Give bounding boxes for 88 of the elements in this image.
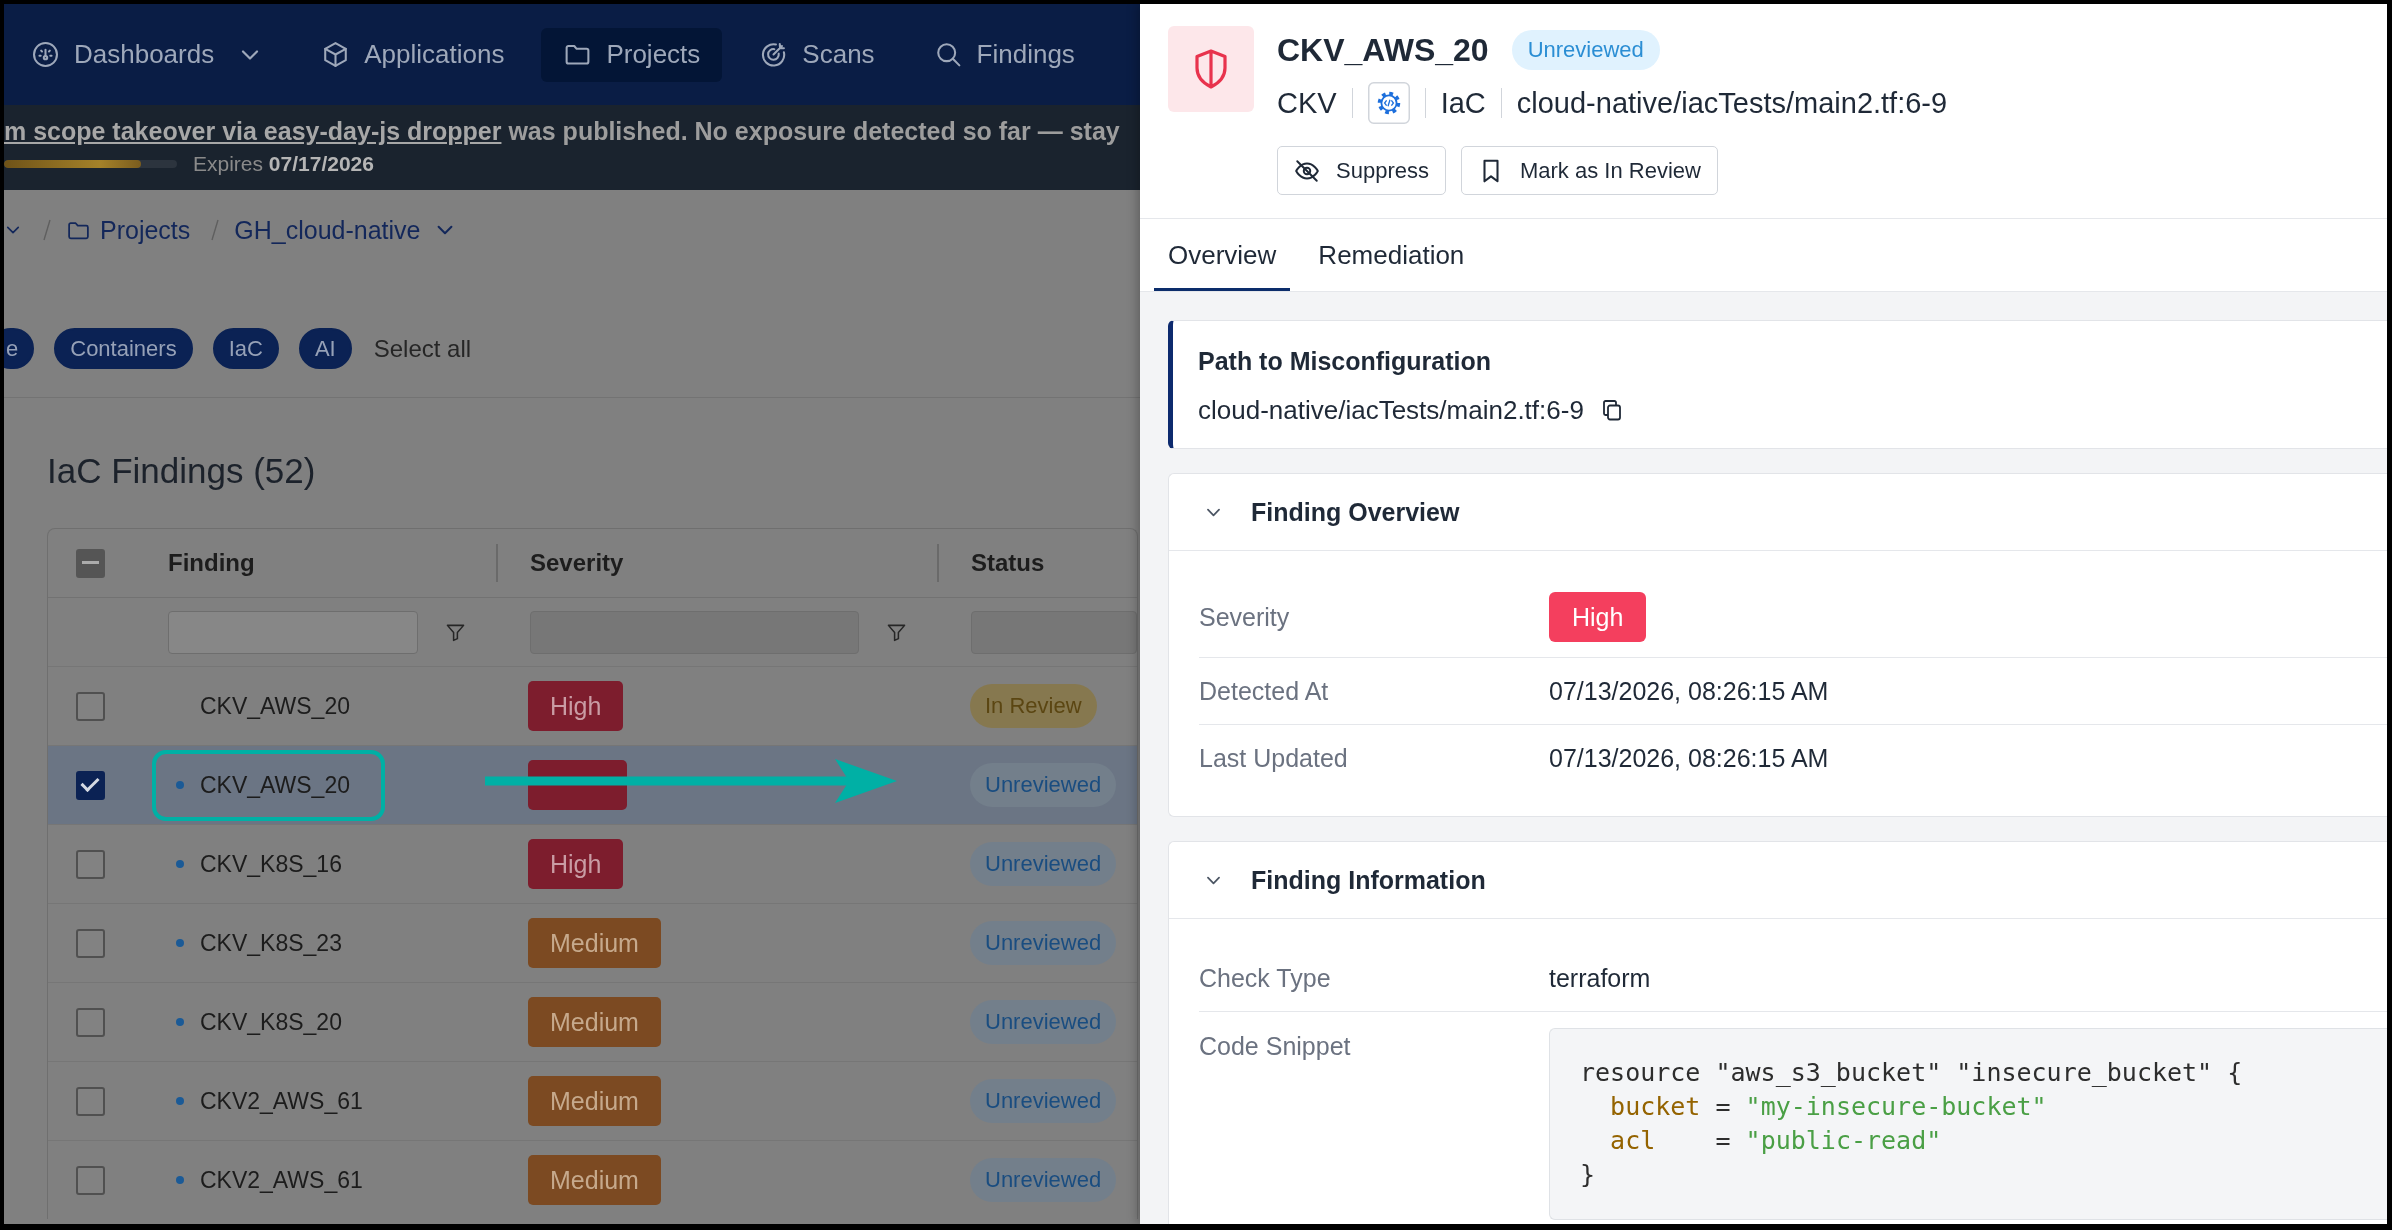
slash-icon <box>210 217 221 243</box>
field-value: terraform <box>1549 963 1651 994</box>
finding-name[interactable]: CKV2_AWS_61 <box>200 1166 363 1194</box>
row-checkbox[interactable] <box>76 1086 105 1116</box>
severity-badge: Medium <box>528 1155 661 1205</box>
status-pill: Unreviewed <box>970 1000 1117 1044</box>
severity-badge: High <box>1549 592 1647 642</box>
field-value: 07/13/2026, 08:26:15 AM <box>1549 743 1829 774</box>
code-line: resource "aws_s3_bucket" "insecure_bucket" { <box>1580 1057 2243 1089</box>
findings-title: IaC Findings (52) <box>47 450 316 492</box>
gauge-icon <box>31 40 60 69</box>
select-all-link[interactable]: Select all <box>373 334 472 363</box>
select-all-checkbox[interactable] <box>76 548 105 578</box>
row-checkbox[interactable] <box>76 1007 105 1037</box>
nav-item[interactable]: Projects <box>541 27 723 82</box>
finding-name[interactable]: CKV_AWS_20 <box>200 771 350 799</box>
finding-title: CKV_AWS_20 <box>1277 31 1489 70</box>
table-row[interactable]: CKV2_AWS_61 Medium Unreviewed <box>48 1140 1137 1219</box>
banner-link[interactable]: m scope takeover via easy-day-js dropper <box>4 117 502 145</box>
breadcrumb-link[interactable]: GH_cloud-native <box>234 215 456 245</box>
status-pill: Unreviewed <box>970 842 1117 886</box>
table-row[interactable]: CKV2_AWS_61 Medium Unreviewed <box>48 1061 1137 1140</box>
category-label: IaC <box>1440 86 1486 120</box>
severity-badge: Medium <box>528 1076 661 1126</box>
nav-item[interactable]: Scans <box>737 27 897 82</box>
field-label: Code Snippet <box>1199 1031 1351 1062</box>
table-row[interactable]: CKV_K8S_20 Medium Unreviewed <box>48 982 1137 1061</box>
file-path: cloud-native/iacTests/main2.tf:6-9 <box>1198 394 1584 426</box>
table-row[interactable]: CKV_AWS_20 High In Review <box>48 666 1137 745</box>
expiry-text: Expires 07/17/2026 <box>193 152 374 176</box>
severity-badge: High <box>528 839 624 889</box>
filter-chip[interactable]: Containers <box>54 328 193 369</box>
finding-name[interactable]: CKV_K8S_16 <box>200 850 342 878</box>
finding-name[interactable]: CKV_K8S_20 <box>200 1008 342 1036</box>
action-button[interactable]: Mark as In Review <box>1460 146 1718 195</box>
shield-icon <box>1168 26 1254 112</box>
severity-badge: Medium <box>528 918 661 968</box>
status-pill: Unreviewed <box>970 921 1117 965</box>
field-label: Last Updated <box>1199 743 1348 774</box>
slash-icon <box>42 217 52 243</box>
severity-badge: High <box>528 681 624 731</box>
filter-field[interactable] <box>168 610 418 654</box>
table-row[interactable]: CKV_K8S_23 Medium Unreviewed <box>48 903 1137 982</box>
table-row[interactable]: CKV_K8S_16 High Unreviewed <box>48 824 1137 903</box>
finding-name[interactable]: CKV2_AWS_61 <box>200 1087 363 1115</box>
status-pill: In Review <box>970 684 1097 728</box>
filter-chip[interactable]: AI <box>298 328 352 369</box>
banner-message: m scope takeover via easy-day-js dropper was published. No exposure detected so far — stay <box>4 116 1120 146</box>
section-toggle[interactable]: Finding Overview <box>1169 474 2387 551</box>
row-checkbox[interactable] <box>76 770 105 800</box>
finding-name[interactable]: CKV_K8S_23 <box>200 929 342 957</box>
field-label: Check Type <box>1199 963 1331 994</box>
code-line: bucket = "my-insecure-bucket" <box>1609 1091 2047 1123</box>
nav-item[interactable]: Findings <box>911 27 1097 82</box>
filter-chip[interactable]: IaC <box>212 328 279 369</box>
severity-badge: Medium <box>528 997 661 1047</box>
field-value: 07/13/2026, 08:26:15 AM <box>1549 676 1829 707</box>
field-label: Detected At <box>1199 676 1329 707</box>
tab[interactable]: Remediation <box>1304 219 1479 291</box>
field-label: Severity <box>1199 602 1290 633</box>
status-pill: Unreviewed <box>970 763 1117 807</box>
code-line: acl = "public-read" <box>1609 1125 1942 1157</box>
code-line: } <box>1580 1159 1596 1191</box>
row-checkbox[interactable] <box>76 928 105 958</box>
eye-slash-icon <box>1294 157 1320 184</box>
column-header[interactable]: Status <box>971 549 1045 577</box>
filter-chip[interactable]: e <box>4 328 35 369</box>
gear-icon <box>1367 82 1410 124</box>
column-header[interactable]: Finding <box>168 549 255 577</box>
finding-name[interactable]: CKV_AWS_20 <box>200 692 350 720</box>
row-checkbox[interactable] <box>76 691 105 721</box>
status-pill: Unreviewed <box>970 1079 1117 1123</box>
filter-icon[interactable] <box>887 622 906 642</box>
status-pill: Unreviewed <box>1511 30 1660 70</box>
row-checkbox[interactable] <box>76 1165 105 1195</box>
nav-item[interactable]: Dashboards <box>9 27 285 82</box>
row-checkbox[interactable] <box>76 849 105 879</box>
status-pill: Unreviewed <box>970 1158 1117 1202</box>
table-row[interactable]: CKV_AWS_20 Unreviewed <box>48 745 1137 824</box>
column-header[interactable]: Severity <box>530 549 624 577</box>
scanner-name: CKV <box>1277 86 1337 120</box>
breadcrumb-link[interactable]: Projects <box>66 215 191 245</box>
nav-item[interactable]: Applications <box>299 27 527 82</box>
action-button[interactable]: Suppress <box>1277 146 1446 195</box>
file-location: cloud-native/iacTests/main2.tf:6-9 <box>1516 86 1948 120</box>
card-title: Path to Misconfiguration <box>1198 346 1492 377</box>
filter-icon[interactable] <box>446 622 465 642</box>
section-toggle[interactable]: Finding Information <box>1169 842 2387 919</box>
